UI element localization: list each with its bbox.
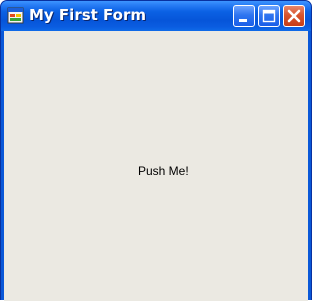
form-app-icon[interactable] bbox=[7, 7, 24, 24]
minimize-icon bbox=[239, 19, 247, 22]
close-button[interactable] bbox=[283, 5, 305, 27]
title-bar[interactable]: My First Form bbox=[1, 1, 311, 31]
form-window: My First Form Push Me! bbox=[0, 0, 312, 301]
maximize-button[interactable] bbox=[258, 5, 280, 27]
maximize-icon bbox=[262, 9, 276, 23]
minimize-button[interactable] bbox=[233, 5, 255, 27]
push-me-button-label: Push Me! bbox=[138, 164, 189, 178]
push-me-button[interactable]: Push Me! bbox=[4, 31, 308, 301]
form-client-area: Push Me! bbox=[4, 31, 308, 301]
window-title: My First Form bbox=[29, 6, 147, 24]
close-icon bbox=[287, 9, 301, 23]
